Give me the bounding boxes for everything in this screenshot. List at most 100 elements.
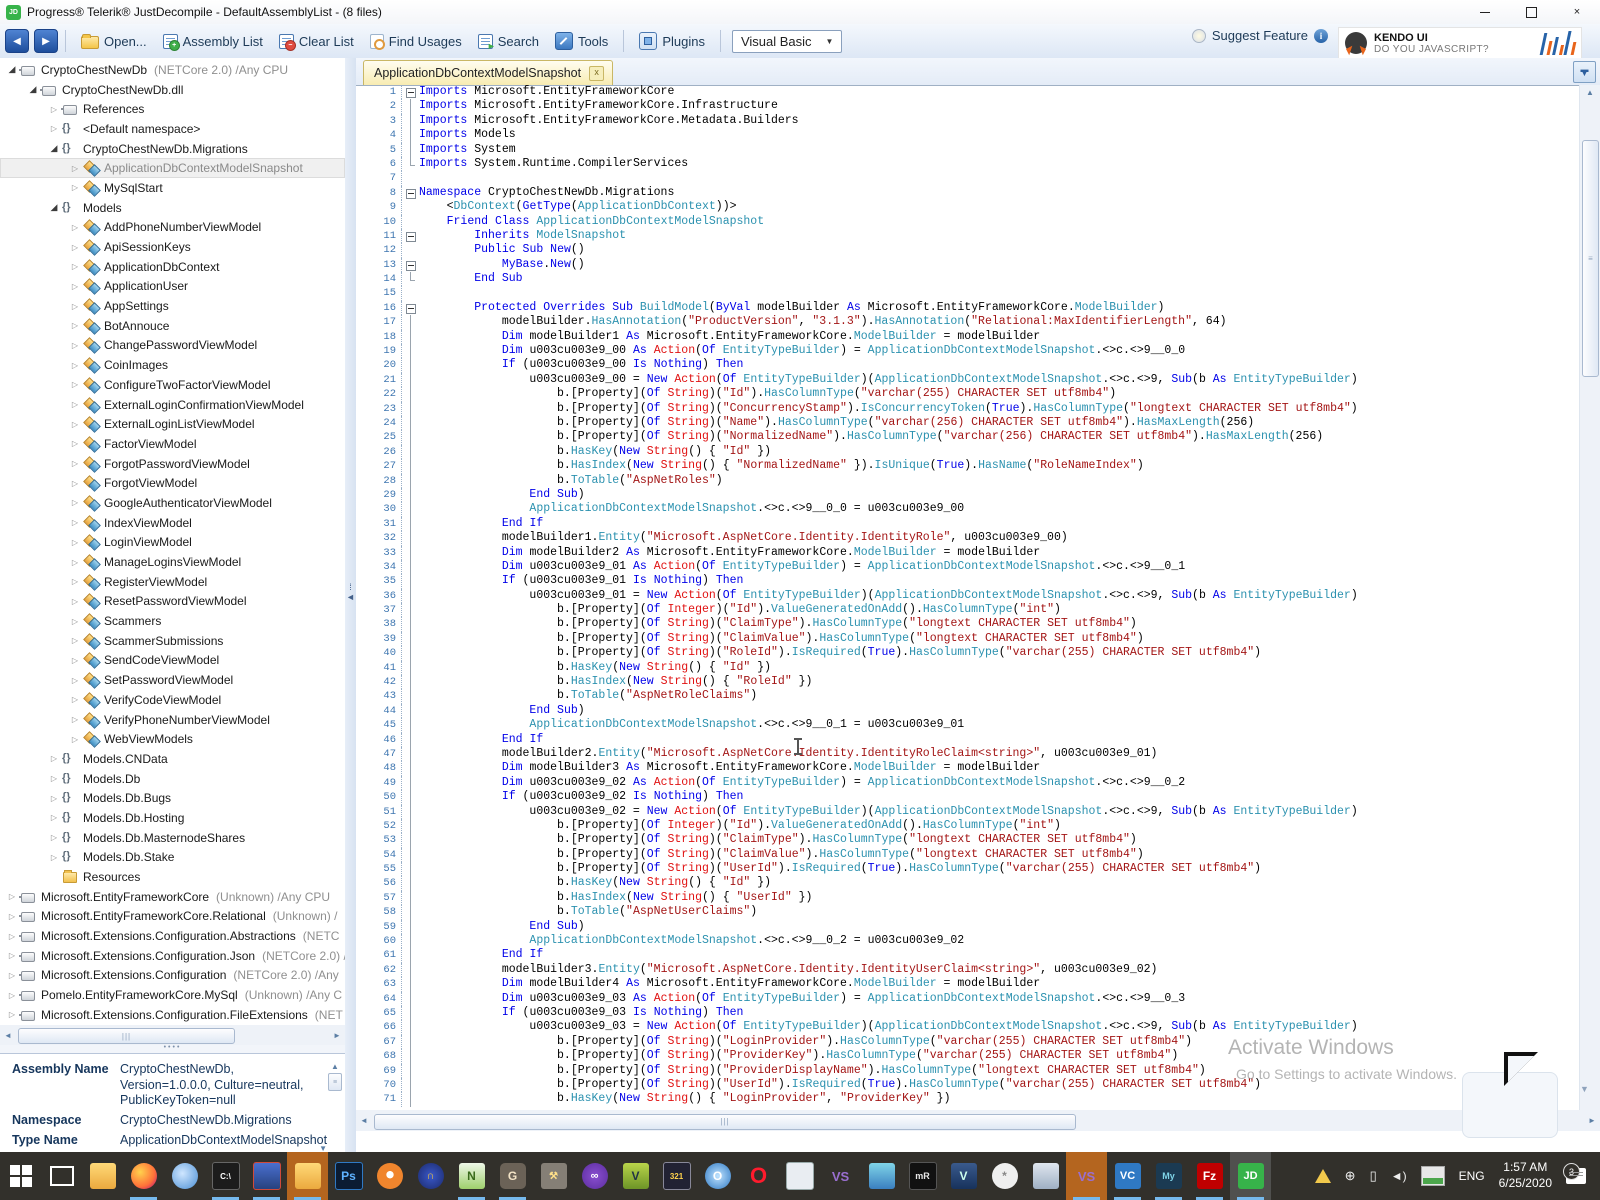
expand-icon[interactable]: ▷ [4,971,20,980]
code-line[interactable]: 47 modelBuilder2.Entity("Microsoft.AspNe… [356,746,1580,762]
tree-item-microsoft-extensions-configuration-abstractions[interactable]: ▷ Microsoft.Extensions.Configuration.Abst… [0,926,345,946]
expand-icon[interactable]: ▷ [46,754,62,763]
code-line[interactable]: 57 b.HasIndex(New String() { "UserId" }) [356,890,1580,906]
taskbar-audio-app-icon[interactable]: ∩ [410,1152,451,1200]
forward-button[interactable]: ▶ [34,29,58,53]
tree-item-scammers[interactable]: ▷ Scammers [0,611,345,631]
taskbar-mremoteng-icon[interactable]: mR [902,1152,943,1200]
code-line[interactable]: 7 [356,171,1580,186]
maximize-button[interactable] [1508,0,1554,24]
minimize-button[interactable] [1462,0,1508,24]
taskbar-opera-icon[interactable]: O [738,1152,779,1200]
code-line[interactable]: 45 ApplicationDbContextModelSnapshot.<>c… [356,718,1580,733]
code-line[interactable]: 66 u003cu003e9_03 = New Action(Of Entity… [356,1020,1580,1035]
open-button[interactable]: Open... [73,29,155,53]
scroll-right-icon[interactable]: ► [329,1031,345,1040]
tree-item-externalloginconfirmationviewmodel[interactable]: ▷ ExternalLoginConfirmationViewModel [0,395,345,415]
code-line[interactable]: 36 u003cu003e9_01 = New Action(Of Entity… [356,588,1580,604]
code-line[interactable]: 24 b.[Property](Of String)("Name").HasCo… [356,415,1580,431]
code-line[interactable]: 25 b.[Property](Of String)("NormalizedNa… [356,430,1580,445]
collapse-icon[interactable]: ◢ [46,202,62,213]
taskbar-vscode-icon[interactable]: VC [1107,1152,1148,1200]
tree-item-forgotpasswordviewmodel[interactable]: ▷ ForgotPasswordViewModel [0,454,345,474]
expand-icon[interactable]: ▷ [67,321,83,330]
fold-collapse-icon[interactable] [402,229,419,243]
code-line[interactable]: 53 b.[Property](Of String)("ClaimType").… [356,833,1580,848]
tree-item-factorviewmodel[interactable]: ▷ FactorViewModel [0,434,345,454]
expand-icon[interactable]: ▷ [67,656,83,665]
code-line[interactable]: 8 Namespace CryptoChestNewDb.Migrations [356,185,1580,201]
clear-list-button[interactable]: − Clear List [271,29,362,53]
find-usages-button[interactable]: Find Usages [362,29,470,53]
code-line[interactable]: 6 Imports System.Runtime.CompilerServices [356,156,1580,172]
taskbar-filezilla-icon[interactable]: Fz [1189,1152,1230,1200]
tree-item-models[interactable]: ◢{} Models [0,198,345,218]
tree-item-googleauthenticatorviewmodel[interactable]: ▷ GoogleAuthenticatorViewModel [0,493,345,513]
code-line[interactable]: 2 Imports Microsoft.EntityFrameworkCore.I… [356,99,1580,114]
editor-vertical-scrollbar[interactable]: ▲ ≡ [1579,85,1600,1110]
code-line[interactable]: 59 End Sub) [356,919,1580,935]
tree-item-botannouce[interactable]: ▷ BotAnnouce [0,316,345,336]
code-line[interactable]: 67 b.[Property](Of String)("LoginProvide… [356,1034,1580,1050]
taskbar-notepad2-icon[interactable]: N [451,1152,492,1200]
taskbar-visual-studio-installer-icon[interactable]: VS [820,1152,861,1200]
code-line[interactable]: 14 End Sub [356,272,1580,287]
taskbar-openoffice-icon[interactable]: O [697,1152,738,1200]
tree-item-microsoft-extensions-configuration-fileextensions[interactable]: ▷ Microsoft.Extensions.Configuration.File… [0,1005,345,1025]
code-line[interactable]: 16 Protected Overrides Sub BuildModel(By… [356,300,1580,316]
tree-item-verifyphonenumberviewmodel[interactable]: ▷ VerifyPhoneNumberViewModel [0,710,345,730]
expand-icon[interactable]: ▷ [4,1010,20,1019]
expand-icon[interactable]: ▷ [67,636,83,645]
expand-icon[interactable]: ▷ [46,794,62,803]
expand-icon[interactable]: ▷ [4,912,20,921]
tree-item-models-db-hosting[interactable]: ▷{} Models.Db.Hosting [0,808,345,828]
expand-icon[interactable]: ▷ [67,341,83,350]
tree-horizontal-scrollbar[interactable]: ◄ ||| ► [0,1025,345,1045]
taskbar-justdecompile-icon[interactable]: JD [1230,1152,1271,1200]
taskbar-icon-tools-icon[interactable]: ⚒ [533,1152,574,1200]
taskbar-paint3d-icon[interactable] [861,1152,902,1200]
taskbar-visual-studio-icon[interactable]: VS [1066,1152,1107,1200]
expand-icon[interactable]: ▷ [67,479,83,488]
expand-icon[interactable]: ▷ [67,577,83,586]
code-line[interactable]: 10 Friend Class ApplicationDbContextMode… [356,214,1580,229]
code-line[interactable]: 3 Imports Microsoft.EntityFrameworkCore.M… [356,113,1580,129]
code-line[interactable]: 55 b.[Property](Of String)("UserId").IsR… [356,862,1580,877]
code-line[interactable]: 42 b.HasIndex(New String() { "RoleId" }) [356,675,1580,690]
tab-applicationdbcontextmodelsnapshot[interactable]: ApplicationDbContextModelSnapshot x [363,60,614,85]
taskbar-shield-app-icon[interactable]: V [943,1152,984,1200]
tree-item-configuretwofactorviewmodel[interactable]: ▷ ConfigureTwoFactorViewModel [0,375,345,395]
taskbar-box-app-icon[interactable] [1025,1152,1066,1200]
tree-item-models-db-stake[interactable]: ▷{} Models.Db.Stake [0,848,345,868]
fold-collapse-icon[interactable] [402,186,419,200]
taskbar-notepad-icon[interactable] [779,1152,820,1200]
expand-icon[interactable]: ▷ [67,498,83,507]
expand-icon[interactable]: ▷ [67,695,83,704]
expand-icon[interactable]: ▷ [67,262,83,271]
code-line[interactable]: 9 <DbContext(GetType(ApplicationDbContex… [356,200,1580,215]
expand-icon[interactable]: ▷ [67,715,83,724]
tree-item-applicationuser[interactable]: ▷ ApplicationUser [0,277,345,297]
code-line[interactable]: 27 b.HasIndex(New String() { "Normalized… [356,459,1580,474]
tree-item-applicationdbcontext[interactable]: ▷ ApplicationDbContext [0,257,345,277]
code-line[interactable]: 58 b.ToTable("AspNetUserClaims") [356,905,1580,920]
expand-icon[interactable]: ▷ [46,105,62,114]
editor-horizontal-scrollbar[interactable]: ◄ ||| ► [356,1110,1600,1131]
taskbar-installer-icon[interactable] [246,1152,287,1200]
taskbar-dotnet-icon[interactable]: ∞ [574,1152,615,1200]
vertical-scroll-thumb[interactable]: ≡ [1582,140,1599,377]
code-line[interactable]: 43 b.ToTable("AspNetRoleClaims") [356,689,1580,704]
tree-item-apisessionkeys[interactable]: ▷ ApiSessionKeys [0,237,345,257]
expand-icon[interactable]: ▷ [46,813,62,822]
tree-item-loginviewmodel[interactable]: ▷ LoginViewModel [0,533,345,553]
desktop-preview-icon[interactable] [1420,1166,1445,1186]
scroll-left-icon[interactable]: ◄ [0,1031,16,1040]
expand-icon[interactable]: ▷ [67,302,83,311]
language-indicator[interactable]: ENG [1459,1169,1485,1183]
fold-collapse-icon[interactable] [402,301,419,315]
tree-item-manageloginsviewmodel[interactable]: ▷ ManageLoginsViewModel [0,552,345,572]
tree-item-models-db[interactable]: ▷{} Models.Db [0,769,345,789]
plugins-button[interactable]: Plugins [631,28,713,54]
code-line[interactable]: 62 modelBuilder3.Entity("Microsoft.AspNe… [356,962,1580,978]
tree-item-resources[interactable]: Resources [0,867,345,887]
